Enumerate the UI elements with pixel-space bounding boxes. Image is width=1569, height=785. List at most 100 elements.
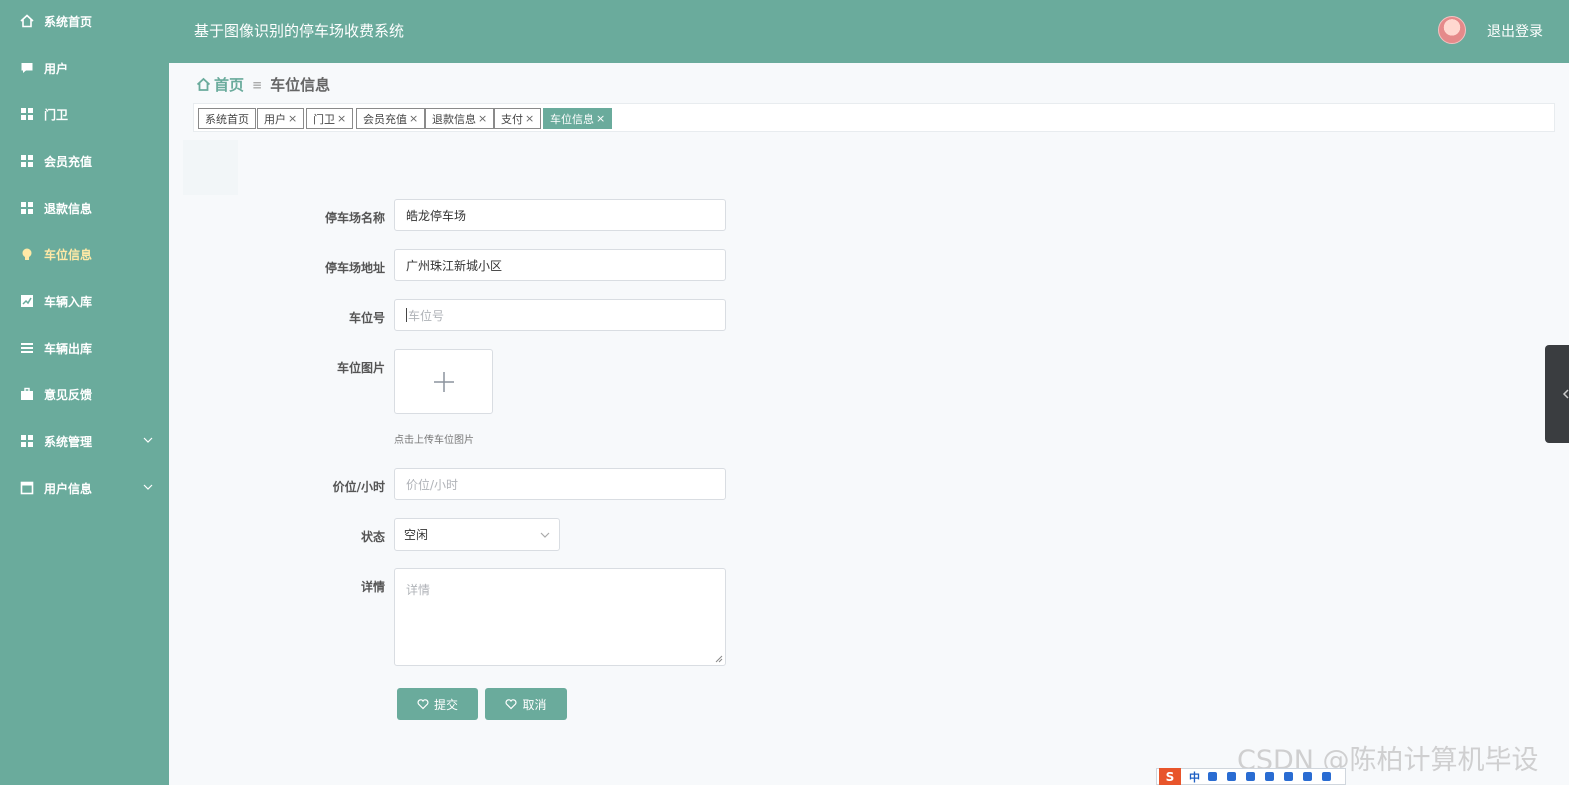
- details-label: 详情: [360, 580, 385, 594]
- list-icon: [20, 341, 34, 355]
- grid-icon: [20, 434, 34, 448]
- lot-address-label: 停车场地址: [324, 261, 385, 275]
- tag-label: 系统首页: [205, 112, 249, 126]
- sidebar-item-label: 车辆出库: [44, 341, 93, 356]
- ime-mode[interactable]: 中: [1189, 769, 1200, 785]
- resize-grip-icon[interactable]: [715, 655, 723, 663]
- skin-icon[interactable]: [1265, 772, 1274, 781]
- chart-icon: [20, 294, 34, 308]
- tag-guard[interactable]: 门卫 ×: [306, 108, 354, 129]
- status-value: 空闲: [404, 528, 429, 542]
- price-input[interactable]: 价位/小时: [394, 468, 726, 500]
- tag-label: 用户: [264, 112, 286, 126]
- tag-member-recharge[interactable]: 会员充值 ×: [356, 108, 426, 129]
- tag-label: 退款信息: [432, 112, 476, 126]
- chevron-down-icon: [143, 484, 153, 490]
- sidebar-item-refund[interactable]: 退款信息: [0, 188, 169, 228]
- app-title: 基于图像识别的停车场收费系统: [194, 22, 405, 40]
- sidebar: 系统首页 用户 门卫 会员充值 退款信息 车位信息 车辆入库 车辆出库 意见反馈…: [0, 0, 169, 785]
- home-icon: [20, 14, 34, 28]
- space-no-input[interactable]: 车位号: [394, 299, 726, 331]
- close-icon[interactable]: ×: [596, 112, 605, 125]
- close-icon[interactable]: ×: [288, 112, 297, 125]
- tag-label: 门卫: [313, 112, 335, 126]
- chevron-down-icon: [540, 532, 550, 538]
- tag-label: 支付: [501, 112, 523, 126]
- tags-view-bar: 系统首页 用户 × 门卫 × 会员充值 × 退款信息 × 支付 × 车位信息 ×: [193, 103, 1555, 132]
- sidebar-item-label: 退款信息: [44, 201, 93, 216]
- top-header: 基于图像识别的停车场收费系统 退出登录: [169, 0, 1569, 63]
- sidebar-item-users[interactable]: 用户: [0, 48, 169, 88]
- sidebar-item-label: 意见反馈: [44, 387, 93, 402]
- close-icon[interactable]: ×: [478, 112, 487, 125]
- settings-icon[interactable]: [1322, 772, 1331, 781]
- heart-icon: [417, 699, 429, 710]
- sidebar-item-label: 车辆入库: [44, 294, 93, 309]
- grid-icon: [20, 154, 34, 168]
- close-icon[interactable]: ×: [525, 112, 534, 125]
- sidebar-item-label: 系统管理: [44, 434, 93, 449]
- cancel-button[interactable]: 取消: [485, 688, 567, 720]
- sidebar-item-home[interactable]: 系统首页: [0, 1, 169, 41]
- close-icon[interactable]: ×: [337, 112, 346, 125]
- chevron-left-icon: [1562, 389, 1569, 399]
- content-placeholder: [183, 140, 238, 195]
- sidebar-item-system-management[interactable]: 系统管理: [0, 421, 169, 461]
- sidebar-item-label: 车位信息: [44, 247, 93, 262]
- cancel-label: 取消: [522, 697, 547, 712]
- sidebar-item-parking-space[interactable]: 车位信息: [0, 234, 169, 274]
- bulb-icon: [20, 247, 34, 261]
- plus-icon: [433, 371, 454, 392]
- tag-home[interactable]: 系统首页: [198, 108, 256, 129]
- tag-payment[interactable]: 支付 ×: [494, 108, 542, 129]
- sidebar-item-feedback[interactable]: 意见反馈: [0, 374, 169, 414]
- breadcrumb-separator-icon: ≡: [252, 77, 263, 92]
- submit-button[interactable]: 提交: [397, 688, 478, 720]
- sidebar-item-label: 用户信息: [44, 481, 93, 496]
- breadcrumb-current: 车位信息: [270, 76, 331, 94]
- ime-toolbar[interactable]: S 中: [1156, 768, 1346, 785]
- punctuation-icon[interactable]: [1208, 772, 1217, 781]
- status-select[interactable]: 空闲: [394, 518, 560, 551]
- image-upload-button[interactable]: [394, 349, 493, 414]
- sidebar-item-member-recharge[interactable]: 会员充值: [0, 141, 169, 181]
- sidebar-item-label: 会员充值: [44, 154, 93, 169]
- logout-button[interactable]: 退出登录: [1487, 21, 1543, 41]
- emoji-icon[interactable]: [1284, 772, 1293, 781]
- price-label: 价位/小时: [332, 480, 385, 494]
- chat-icon: [20, 61, 34, 75]
- space-image-label: 车位图片: [336, 361, 385, 375]
- sidebar-item-vehicle-in[interactable]: 车辆入库: [0, 281, 169, 321]
- lot-name-input[interactable]: 皓龙停车场: [394, 199, 726, 231]
- submit-label: 提交: [433, 697, 458, 712]
- details-placeholder: 详情: [406, 583, 431, 597]
- window-icon: [20, 481, 34, 495]
- side-panel-toggle[interactable]: [1545, 345, 1569, 443]
- breadcrumb-home[interactable]: 首页: [196, 74, 244, 95]
- upload-hint: 点击上传车位图片: [394, 435, 474, 446]
- microphone-icon[interactable]: [1227, 772, 1236, 781]
- tag-parking-space[interactable]: 车位信息 ×: [543, 108, 613, 129]
- sidebar-item-label: 用户: [44, 61, 69, 76]
- keyboard-icon[interactable]: [1246, 772, 1255, 781]
- lot-address-input[interactable]: 广州珠江新城小区: [394, 249, 726, 281]
- grid-icon: [20, 201, 34, 215]
- tag-label: 会员充值: [363, 112, 407, 126]
- text-cursor: [406, 308, 407, 322]
- sidebar-item-vehicle-out[interactable]: 车辆出库: [0, 328, 169, 368]
- sidebar-item-guard[interactable]: 门卫: [0, 94, 169, 134]
- space-no-label: 车位号: [348, 311, 385, 325]
- heart-icon: [505, 699, 518, 710]
- grid-icon: [20, 107, 34, 121]
- tag-refund[interactable]: 退款信息 ×: [425, 108, 495, 129]
- sidebar-item-user-info[interactable]: 用户信息: [0, 468, 169, 508]
- toolbox-icon[interactable]: [1303, 772, 1312, 781]
- avatar[interactable]: [1438, 16, 1466, 44]
- briefcase-icon: [20, 387, 34, 401]
- chevron-down-icon: [143, 437, 153, 443]
- ime-logo: S: [1159, 768, 1181, 785]
- close-icon[interactable]: ×: [409, 112, 418, 125]
- tag-users[interactable]: 用户 ×: [257, 108, 305, 129]
- details-textarea[interactable]: 详情: [394, 568, 726, 666]
- breadcrumb: 首页 ≡ 车位信息: [196, 74, 330, 95]
